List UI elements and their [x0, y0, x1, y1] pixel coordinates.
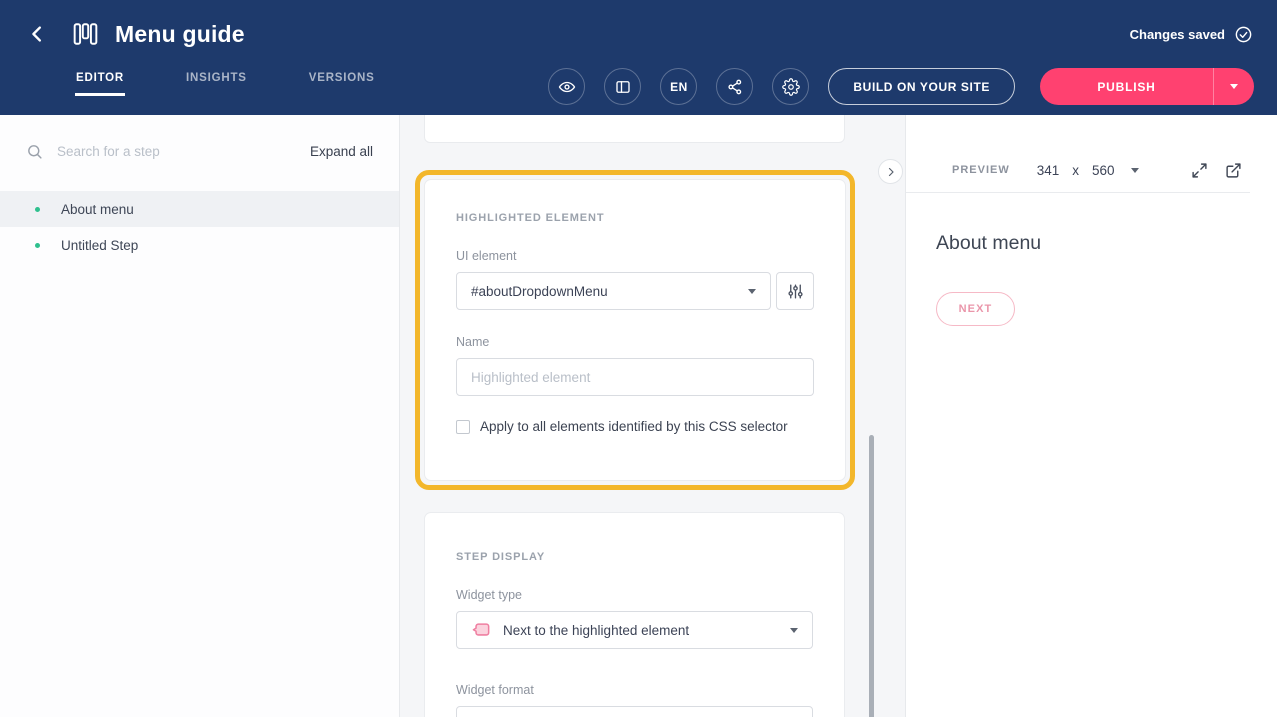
- preview-panel: PREVIEW 341 x 560 About menu NEXT: [905, 115, 1277, 717]
- app-header: Menu guide Changes saved EDITOR INSIGHTS…: [0, 0, 1277, 115]
- external-link-icon: [1225, 162, 1242, 179]
- header-actions: EN BUILD ON YOUR SITE PUBLISH: [548, 68, 1254, 105]
- changes-saved-label: Changes saved: [1130, 27, 1225, 42]
- apply-all-checkbox[interactable]: [456, 420, 470, 434]
- highlighted-element-name-input[interactable]: [456, 358, 814, 396]
- settings-button[interactable]: [772, 68, 809, 105]
- tune-sliders-icon: [786, 282, 805, 301]
- chevron-left-icon: [27, 23, 49, 45]
- changes-saved-status: Changes saved: [1130, 25, 1253, 44]
- apply-all-label: Apply to all elements identified by this…: [480, 419, 788, 434]
- preview-step-title: About menu: [936, 232, 1277, 255]
- step-list-item-untitled-step[interactable]: Untitled Step: [0, 227, 399, 263]
- step-list: About menu Untitled Step: [0, 191, 399, 263]
- step-status-dot: [35, 207, 40, 212]
- ui-element-select[interactable]: #aboutDropdownMenu: [456, 272, 771, 310]
- preview-header: PREVIEW 341 x 560: [906, 148, 1250, 193]
- preview-height-value: 560: [1092, 163, 1115, 178]
- widget-format-label: Widget format: [456, 683, 813, 697]
- widget-format-select[interactable]: [456, 706, 813, 717]
- preview-collapse-toggle[interactable]: [878, 159, 903, 184]
- layout-icon: [614, 78, 632, 96]
- expand-all-link[interactable]: Expand all: [310, 144, 373, 159]
- highlighted-element-card: HIGHLIGHTED ELEMENT UI element #aboutDro…: [424, 179, 846, 481]
- chevron-down-icon: [748, 289, 756, 294]
- preview-eye-button[interactable]: [548, 68, 585, 105]
- chevron-down-icon: [790, 628, 798, 633]
- widget-type-selected-value: Next to the highlighted element: [503, 623, 689, 638]
- header-top-row: Menu guide Changes saved: [0, 0, 1277, 54]
- widget-type-select[interactable]: Next to the highlighted element: [456, 611, 813, 649]
- header-bottom-row: EDITOR INSIGHTS VERSIONS EN BUILD ON Y: [0, 66, 1277, 105]
- preview-width-value: 341: [1037, 163, 1060, 178]
- ui-element-selected-value: #aboutDropdownMenu: [471, 284, 608, 299]
- highlighted-element-focus-ring: HIGHLIGHTED ELEMENT UI element #aboutDro…: [415, 170, 855, 490]
- publish-split-button: PUBLISH: [1040, 68, 1254, 105]
- ui-element-row: #aboutDropdownMenu: [456, 272, 814, 310]
- tab-editor[interactable]: EDITOR: [75, 66, 125, 96]
- chevron-down-icon: [1230, 84, 1238, 89]
- publish-button[interactable]: PUBLISH: [1040, 68, 1213, 105]
- search-icon: [26, 143, 43, 160]
- preview-size-separator: x: [1072, 163, 1079, 178]
- preview-open-external-button[interactable]: [1225, 162, 1242, 179]
- chevron-right-icon: [885, 166, 897, 178]
- step-label: Untitled Step: [61, 238, 138, 253]
- ui-element-label: UI element: [456, 249, 814, 263]
- step-search-input[interactable]: [55, 143, 298, 160]
- tooltip-widget-icon: [471, 621, 491, 639]
- preview-fullscreen-button[interactable]: [1191, 162, 1208, 179]
- previous-settings-card-partial: [424, 115, 845, 143]
- preview-size-select[interactable]: 341 x 560: [1037, 163, 1139, 178]
- step-list-item-about-menu[interactable]: About menu: [0, 191, 399, 227]
- gear-icon: [782, 78, 800, 96]
- editor-scrollbar-thumb[interactable]: [869, 435, 874, 717]
- preview-next-button[interactable]: NEXT: [936, 292, 1015, 326]
- name-label: Name: [456, 335, 814, 349]
- eye-icon: [558, 78, 576, 96]
- step-settings-panel: HIGHLIGHTED ELEMENT UI element #aboutDro…: [400, 115, 905, 717]
- preview-title: PREVIEW: [952, 164, 1010, 176]
- maximize-icon: [1191, 162, 1208, 179]
- step-search-row: Expand all: [0, 115, 399, 187]
- section-title-step-display: STEP DISPLAY: [456, 551, 813, 563]
- share-icon: [726, 78, 744, 96]
- element-picker-settings-button[interactable]: [776, 272, 814, 310]
- step-status-dot: [35, 243, 40, 248]
- tab-versions[interactable]: VERSIONS: [308, 66, 376, 96]
- steps-sidebar: Expand all About menu Untitled Step: [0, 115, 400, 717]
- step-display-card: STEP DISPLAY Widget type Next to the hig…: [424, 512, 845, 717]
- app-logo-icon: [72, 21, 99, 47]
- guide-title: Menu guide: [115, 21, 245, 48]
- editor-tabs: EDITOR INSIGHTS VERSIONS: [75, 66, 376, 96]
- apply-all-checkbox-row[interactable]: Apply to all elements identified by this…: [456, 419, 814, 434]
- widget-type-label: Widget type: [456, 588, 813, 602]
- language-button[interactable]: EN: [660, 68, 697, 105]
- back-button[interactable]: [24, 20, 52, 48]
- preview-header-actions: [1191, 162, 1250, 179]
- share-button[interactable]: [716, 68, 753, 105]
- check-circle-icon: [1234, 25, 1253, 44]
- preview-body: About menu NEXT: [906, 193, 1277, 326]
- section-title-highlighted-element: HIGHLIGHTED ELEMENT: [456, 212, 814, 224]
- tab-insights[interactable]: INSIGHTS: [185, 66, 248, 96]
- step-label: About menu: [61, 202, 134, 217]
- layout-button[interactable]: [604, 68, 641, 105]
- app-root: Menu guide Changes saved EDITOR INSIGHTS…: [0, 0, 1277, 717]
- build-on-your-site-button[interactable]: BUILD ON YOUR SITE: [828, 68, 1015, 105]
- publish-options-button[interactable]: [1213, 68, 1254, 105]
- chevron-down-icon: [1131, 168, 1139, 173]
